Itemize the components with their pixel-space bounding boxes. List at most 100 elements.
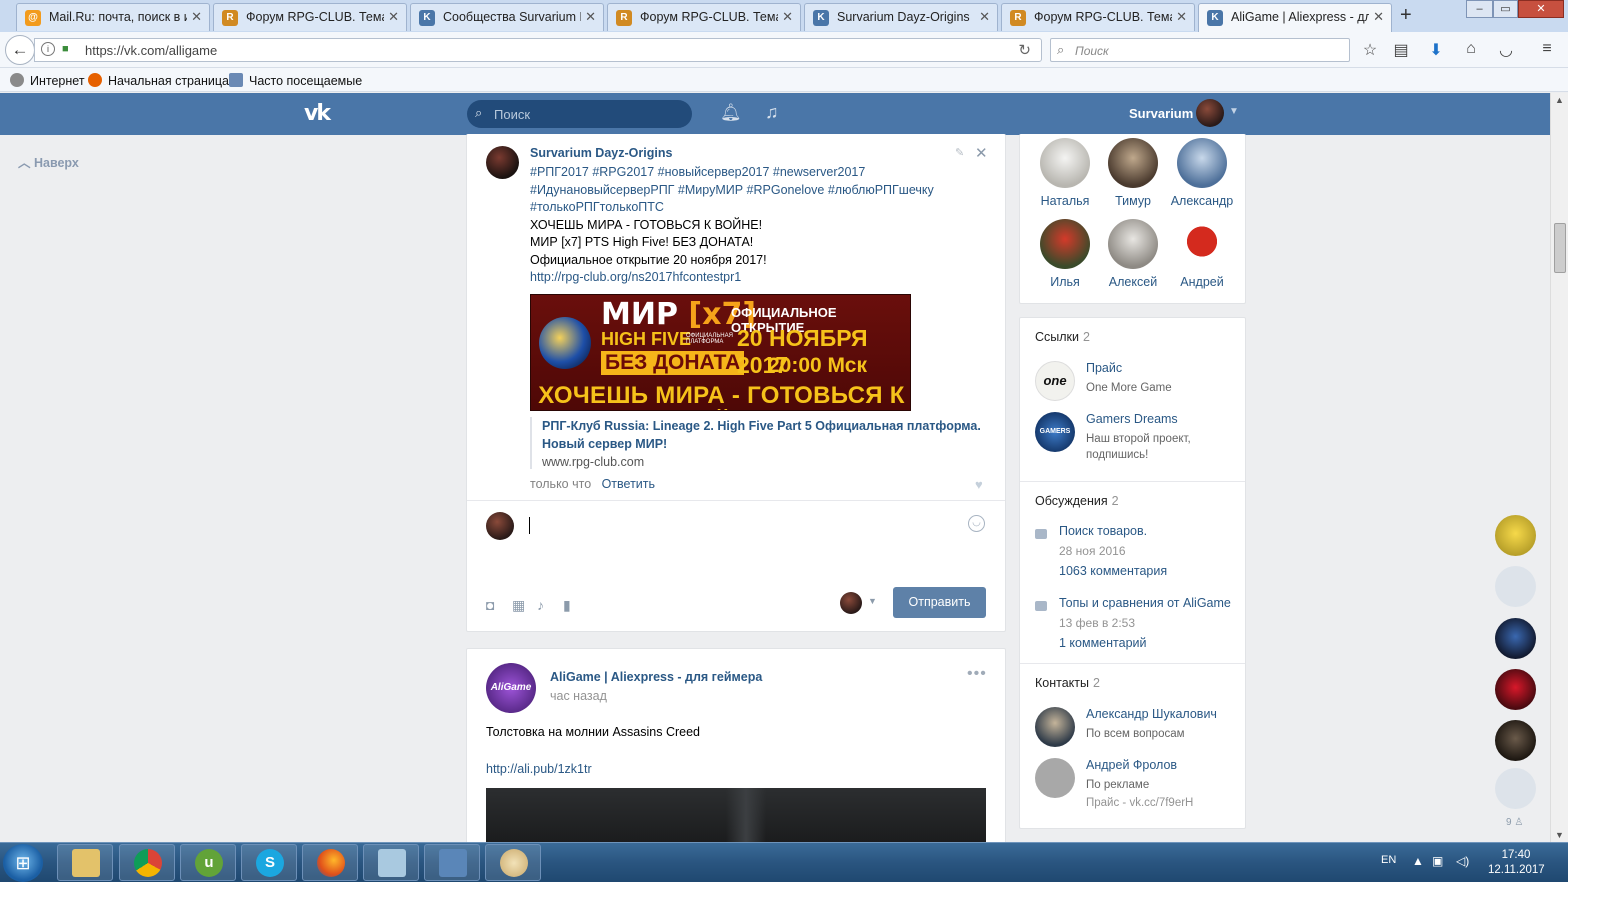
taskbar-app[interactable] <box>302 844 358 881</box>
discussions-header[interactable]: Обсуждения 2 <box>1035 494 1119 508</box>
tray-expand-icon[interactable]: ▲ <box>1412 854 1424 868</box>
close-tab-icon[interactable]: ✕ <box>1373 9 1384 25</box>
contacts-header[interactable]: Контакты 2 <box>1035 676 1100 690</box>
post-author[interactable]: Survarium Dayz-Origins <box>530 146 672 160</box>
back-to-top-link[interactable]: ︿ Наверх <box>18 152 79 171</box>
download-icon[interactable]: ⬇ <box>1426 40 1446 60</box>
send-button[interactable]: Отправить <box>893 587 986 618</box>
home-icon[interactable]: ⌂ <box>1461 40 1481 60</box>
snippet-url[interactable]: www.rpg-club.com <box>542 455 990 469</box>
audio-icon[interactable]: ♪ <box>537 597 544 613</box>
start-button[interactable]: ⊞ <box>3 844 43 882</box>
links-header[interactable]: Ссылки 2 <box>1035 330 1090 344</box>
taskbar-app[interactable] <box>57 844 113 881</box>
browser-tab[interactable]: R Форум RPG-CLUB. Тема: R ✕ <box>213 3 407 31</box>
vk-logo[interactable]: vk <box>304 101 338 126</box>
member-item[interactable]: Андрей <box>1167 219 1237 289</box>
contact-name[interactable]: Александр Шукалович <box>1086 707 1217 721</box>
info-icon[interactable]: i <box>41 42 55 56</box>
member-item[interactable]: Александр <box>1167 138 1237 208</box>
close-tab-icon[interactable]: ✕ <box>782 9 793 25</box>
close-tab-icon[interactable]: ✕ <box>191 9 202 25</box>
chevron-down-icon[interactable]: ▼ <box>868 596 877 606</box>
taskbar-app[interactable]: S <box>241 844 297 881</box>
browser-tab[interactable]: R Форум RPG-CLUB. Тема: N ✕ <box>607 3 801 31</box>
discussion-title[interactable]: Поиск товаров. <box>1059 524 1147 538</box>
chat-avatar[interactable] <box>1495 669 1536 710</box>
emoji-icon[interactable]: ◡ <box>968 515 985 532</box>
bookmark-home[interactable]: Начальная страница <box>88 73 229 88</box>
reload-icon[interactable]: ↻ <box>1018 41 1031 59</box>
minimize-button[interactable]: – <box>1466 0 1493 18</box>
profile-name[interactable]: Survarium <box>1129 106 1193 121</box>
browser-tab[interactable]: @ Mail.Ru: почта, поиск в ин ✕ <box>16 3 210 31</box>
discussion-comments[interactable]: 1 комментарий <box>1059 636 1146 650</box>
discussion-title[interactable]: Топы и сравнения от AliGame <box>1059 596 1231 610</box>
scroll-down-icon[interactable]: ▼ <box>1555 830 1564 840</box>
reply-link[interactable]: Ответить <box>602 477 655 491</box>
video-icon[interactable]: ▦ <box>512 597 525 614</box>
like-heart-icon[interactable]: ♥ <box>975 477 983 492</box>
menu-icon[interactable]: ≡ <box>1537 40 1557 60</box>
link-title[interactable]: Прайс <box>1086 361 1122 375</box>
chats-count[interactable]: 9 ♙ <box>1506 817 1523 828</box>
post-author[interactable]: AliGame | Aliexpress - для геймера <box>550 670 762 684</box>
language-indicator[interactable]: EN <box>1381 854 1396 866</box>
contact-name[interactable]: Андрей Фролов <box>1086 758 1177 772</box>
bookmark-star-icon[interactable]: ☆ <box>1360 40 1380 60</box>
url-text[interactable]: https://vk.com/alligame <box>85 43 217 58</box>
document-icon[interactable]: ▮ <box>563 597 571 614</box>
back-button[interactable]: ← <box>5 35 35 65</box>
scroll-thumb[interactable] <box>1554 223 1566 273</box>
member-item[interactable]: Тимур <box>1098 138 1168 208</box>
post-hashtags[interactable]: #РПГ2017 #RPG2017 #новыйсервер2017 #news… <box>530 164 985 217</box>
taskbar-clock[interactable]: 17:40 12.11.2017 <box>1488 848 1545 878</box>
volume-icon[interactable]: ◁) <box>1456 854 1469 868</box>
post-link[interactable]: http://rpg-club.org/ns2017hfcontestpr1 <box>530 269 985 287</box>
post-time[interactable]: час назад <box>550 689 607 703</box>
camera-icon[interactable]: ◘ <box>486 597 494 613</box>
member-item[interactable]: Алексей <box>1098 219 1168 289</box>
taskbar-app[interactable] <box>485 844 541 881</box>
post-banner-image[interactable]: МИР [x7] HIGH FIVE ОФИЦИАЛЬНАЯ ПЛАТФОРМА… <box>530 294 911 411</box>
page-scrollbar[interactable]: ▲ ▼ <box>1550 93 1568 842</box>
chat-avatar[interactable] <box>1495 566 1536 607</box>
browser-tab[interactable]: K Сообщества Survarium Da ✕ <box>410 3 604 31</box>
post-link[interactable]: http://ali.pub/1zk1tr <box>486 762 592 776</box>
member-item[interactable]: Илья <box>1030 219 1100 289</box>
maximize-button[interactable]: ▭ <box>1493 0 1518 18</box>
link-snippet[interactable]: РПГ-Клуб Russia: Lineage 2. High Five Pa… <box>530 417 990 469</box>
send-as-avatar[interactable] <box>840 592 862 614</box>
close-tab-icon[interactable]: ✕ <box>388 9 399 25</box>
browser-search-field[interactable]: ⌕ Поиск <box>1050 38 1350 62</box>
url-bar[interactable]: i ■ https://vk.com/alligame ↻ <box>34 38 1042 62</box>
edit-icon[interactable]: ✎ <box>955 146 964 159</box>
close-tab-icon[interactable]: ✕ <box>585 9 596 25</box>
chat-avatar[interactable] <box>1495 515 1536 556</box>
taskbar-app[interactable] <box>363 844 419 881</box>
profile-avatar[interactable] <box>1196 99 1224 127</box>
discussion-comments[interactable]: 1063 комментария <box>1059 564 1167 578</box>
vk-search-input[interactable]: ⌕ Поиск <box>467 100 692 128</box>
browser-tab[interactable]: R Форум RPG-CLUB. Тема: N ✕ <box>1001 3 1195 31</box>
bookmark-internet[interactable]: Интернет <box>10 73 85 88</box>
member-item[interactable]: Наталья <box>1030 138 1100 208</box>
more-options-icon[interactable]: ••• <box>967 665 987 683</box>
close-tab-icon[interactable]: ✕ <box>979 9 990 25</box>
taskbar-app[interactable] <box>424 844 480 881</box>
reading-list-icon[interactable]: ▤ <box>1391 40 1411 60</box>
scroll-up-icon[interactable]: ▲ <box>1555 95 1564 105</box>
group-avatar[interactable]: AliGame <box>486 663 536 713</box>
link-title[interactable]: Gamers Dreams <box>1086 412 1178 426</box>
taskbar-app[interactable]: u <box>180 844 236 881</box>
browser-tab[interactable]: K Survarium Dayz-Origins ✕ <box>804 3 998 31</box>
author-avatar[interactable] <box>486 146 519 179</box>
close-window-button[interactable]: ✕ <box>1518 0 1564 18</box>
chevron-down-icon[interactable]: ▼ <box>1229 106 1239 117</box>
pocket-icon[interactable]: ◡ <box>1496 40 1516 60</box>
close-icon[interactable]: ✕ <box>975 144 988 162</box>
browser-tab-active[interactable]: K AliGame | Aliexpress - для г ✕ <box>1198 3 1392 32</box>
bookmark-frequent[interactable]: Часто посещаемые <box>229 73 362 88</box>
chat-avatar[interactable] <box>1495 618 1536 659</box>
chat-avatar[interactable] <box>1495 720 1536 761</box>
